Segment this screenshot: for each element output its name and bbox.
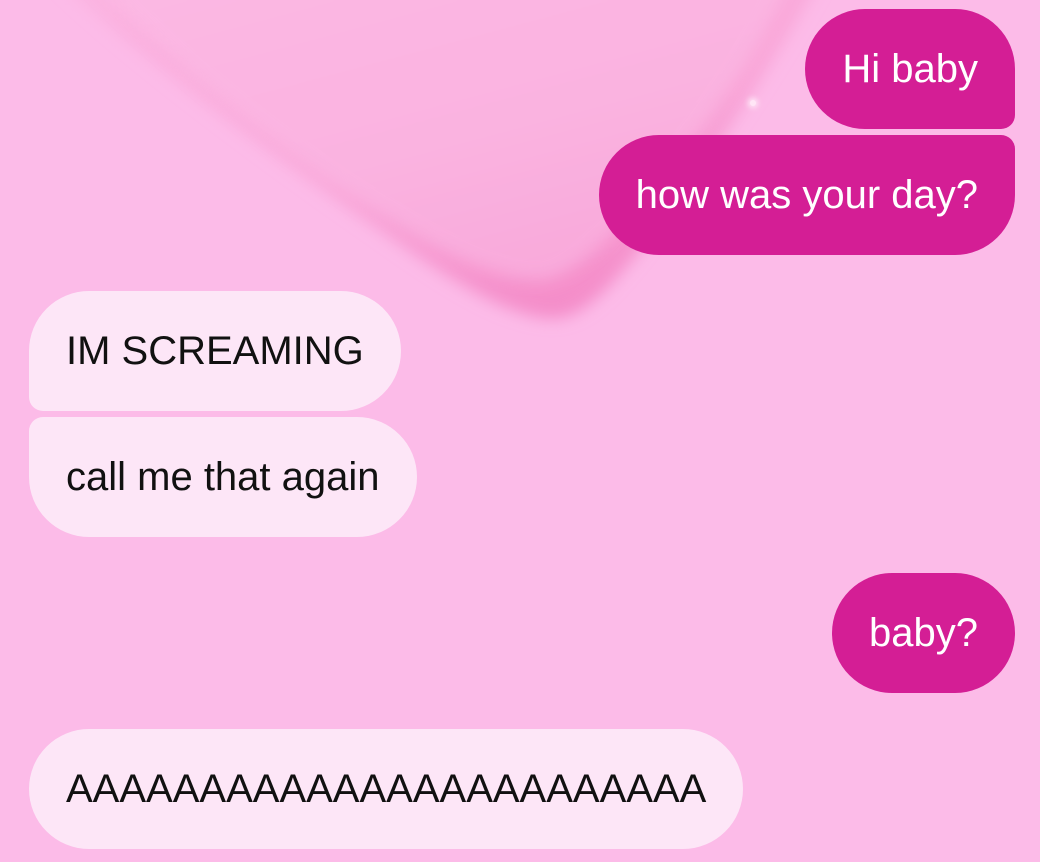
message-bubble-received[interactable]: call me that again [29,417,417,537]
message-bubble-sent[interactable]: Hi baby [805,9,1015,129]
message-bubble-sent[interactable]: baby? [832,573,1015,693]
message-bubble-received[interactable]: AAAAAAAAAAAAAAAAAAAAAAAA [29,729,744,849]
sparkle [750,100,756,106]
message-bubble-received[interactable]: IM SCREAMING [29,291,401,411]
message-bubble-sent[interactable]: how was your day? [598,135,1015,255]
